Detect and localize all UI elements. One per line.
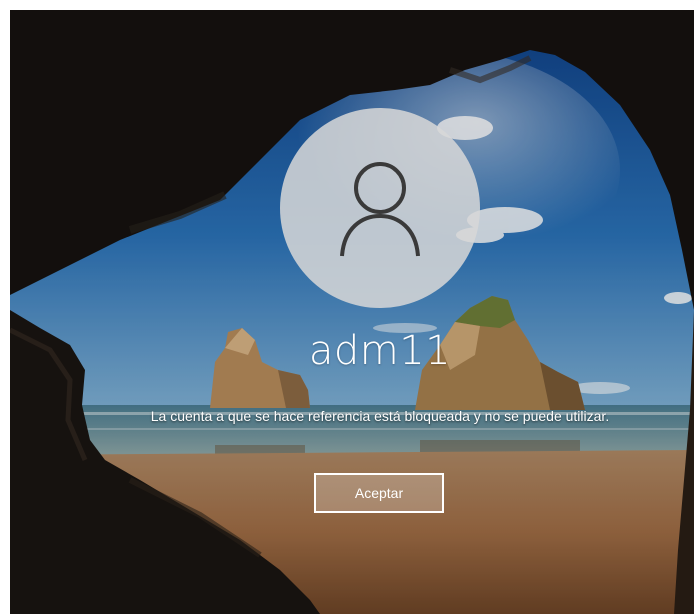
background-landscape: [10, 10, 694, 614]
username: adm11: [308, 328, 452, 374]
user-icon: [340, 162, 420, 257]
user-avatar: [280, 108, 480, 308]
lock-screen: adm11 La cuenta a que se hace referencia…: [10, 10, 694, 614]
ok-button[interactable]: Aceptar: [314, 473, 444, 513]
account-locked-message: La cuenta a que se hace referencia está …: [150, 408, 610, 424]
